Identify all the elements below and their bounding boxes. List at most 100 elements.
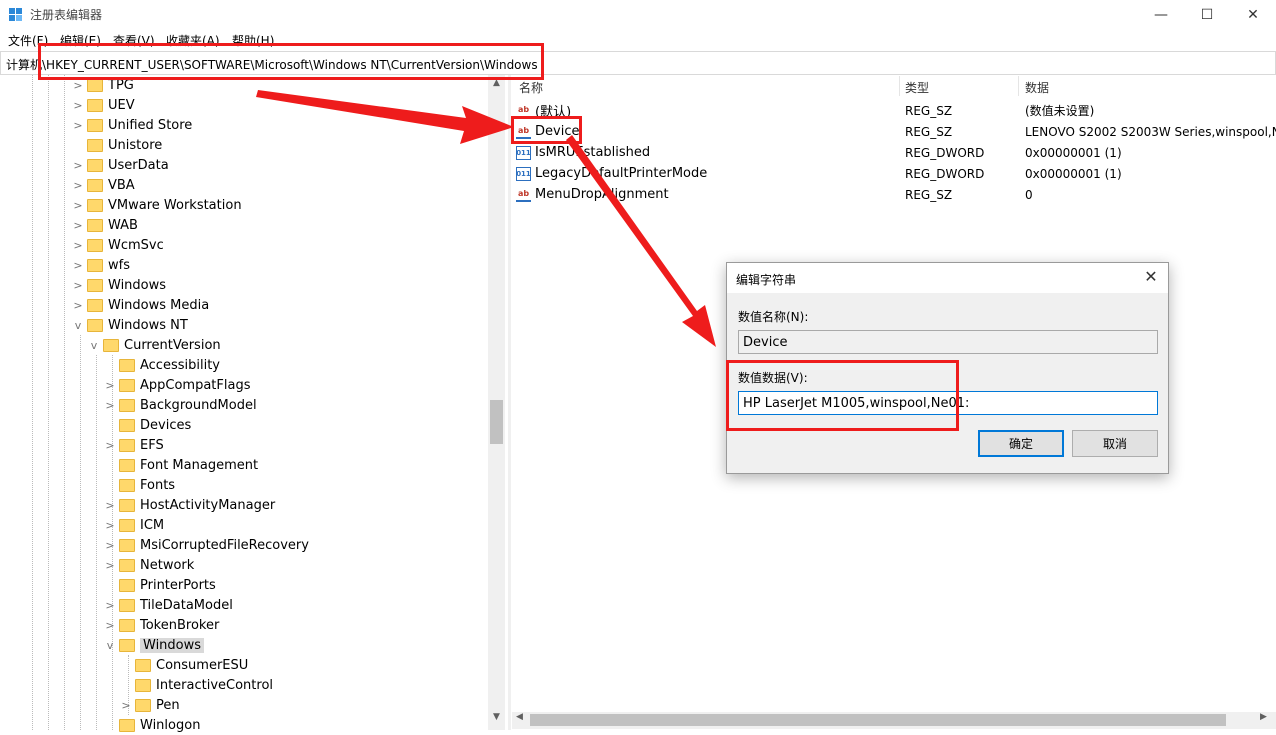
- folder-icon: [87, 118, 103, 132]
- folder-open-icon: [119, 638, 135, 652]
- value-row-default[interactable]: ab (默认) REG_SZ (数值未设置): [516, 100, 1276, 121]
- tree-item-userdata[interactable]: > UserData: [71, 155, 168, 175]
- value-name: IsMRUEstablished: [535, 145, 651, 160]
- pane-splitter[interactable]: [508, 75, 511, 730]
- tree-item-accessibility[interactable]: Accessibility: [103, 355, 220, 375]
- expand-chevron-icon[interactable]: >: [71, 219, 85, 232]
- tree-item-windows-nt[interactable]: v Windows NT: [71, 315, 188, 335]
- expand-chevron-icon[interactable]: >: [103, 379, 117, 392]
- expand-chevron-icon[interactable]: >: [103, 499, 117, 512]
- expand-chevron-icon[interactable]: >: [103, 399, 117, 412]
- expand-chevron-icon[interactable]: >: [103, 619, 117, 632]
- expand-chevron-icon[interactable]: >: [103, 539, 117, 552]
- annotation-highlight-device: [511, 116, 582, 144]
- expand-chevron-icon[interactable]: >: [103, 559, 117, 572]
- annotation-highlight-address: [38, 43, 544, 80]
- dialog-close-icon[interactable]: ✕: [1139, 267, 1163, 289]
- tree-item-currentversion[interactable]: v CurrentVersion: [87, 335, 221, 355]
- tree-item-hostactivitymanager[interactable]: > HostActivityManager: [103, 495, 275, 515]
- cancel-button[interactable]: 取消: [1072, 430, 1158, 457]
- tree-item-windows[interactable]: > Windows: [71, 275, 166, 295]
- column-header-data[interactable]: 数据: [1025, 79, 1049, 96]
- value-row-legacydefaultprintermode[interactable]: 011 LegacyDefaultPrinterMode REG_DWORD 0…: [516, 163, 1276, 184]
- tree-item-efs[interactable]: > EFS: [103, 435, 163, 455]
- expand-chevron-icon[interactable]: >: [71, 279, 85, 292]
- expand-chevron-icon[interactable]: >: [119, 699, 133, 712]
- expand-chevron-icon[interactable]: >: [71, 239, 85, 252]
- minimize-icon: —: [1154, 7, 1168, 23]
- collapse-chevron-icon[interactable]: v: [71, 319, 85, 332]
- expand-chevron-icon[interactable]: >: [103, 439, 117, 452]
- tree-item-unistore[interactable]: Unistore: [71, 135, 162, 155]
- tree-item-vba[interactable]: > VBA: [71, 175, 134, 195]
- value-row-ismruestablished[interactable]: 011 IsMRUEstablished REG_DWORD 0x0000000…: [516, 142, 1276, 163]
- expand-chevron-icon[interactable]: >: [71, 179, 85, 192]
- tree-item-icm[interactable]: > ICM: [103, 515, 164, 535]
- tree-item-consumeresu[interactable]: ConsumerESU: [119, 655, 248, 675]
- tree-item-label: Fonts: [140, 477, 176, 493]
- column-divider[interactable]: [899, 76, 900, 96]
- value-name: MenuDropAlignment: [535, 187, 669, 202]
- tree-item-appcompatflags[interactable]: > AppCompatFlags: [103, 375, 250, 395]
- folder-icon: [87, 218, 103, 232]
- tree-item-label: ConsumerESU: [156, 657, 249, 673]
- expand-chevron-icon[interactable]: >: [71, 299, 85, 312]
- tree-item-fonts[interactable]: Fonts: [103, 475, 175, 495]
- ok-button[interactable]: 确定: [978, 430, 1064, 457]
- tree-item-msicorruptedfilerecovery[interactable]: > MsiCorruptedFileRecovery: [103, 535, 309, 555]
- tree-item-vmware[interactable]: > VMware Workstation: [71, 195, 241, 215]
- expand-chevron-icon[interactable]: >: [71, 259, 85, 272]
- column-divider[interactable]: [1018, 76, 1019, 96]
- folder-icon: [119, 418, 135, 432]
- expand-chevron-icon[interactable]: >: [103, 519, 117, 532]
- tree-item-devices[interactable]: Devices: [103, 415, 191, 435]
- tree-item-uev[interactable]: > UEV: [71, 95, 134, 115]
- tree-item-unified-store[interactable]: > Unified Store: [71, 115, 192, 135]
- tree-item-backgroundmodel[interactable]: > BackgroundModel: [103, 395, 256, 415]
- value-name-field: [738, 330, 1158, 354]
- list-scroll-thumb[interactable]: [530, 714, 1226, 726]
- tree-item-tiledatamodel[interactable]: > TileDataModel: [103, 595, 232, 615]
- tree-item-font-management[interactable]: Font Management: [103, 455, 258, 475]
- value-type: REG_SZ: [905, 187, 953, 202]
- collapse-chevron-icon[interactable]: v: [87, 339, 101, 352]
- column-header-name[interactable]: 名称: [519, 79, 543, 96]
- value-row-device[interactable]: ab Device REG_SZ LENOVO S2002 S2003W Ser…: [516, 121, 1276, 142]
- value-row-menudropalignment[interactable]: ab MenuDropAlignment REG_SZ 0: [516, 184, 1276, 205]
- expand-chevron-icon[interactable]: >: [103, 599, 117, 612]
- close-button[interactable]: ✕: [1230, 0, 1276, 30]
- folder-icon: [119, 358, 135, 372]
- value-data: 0x00000001 (1): [1025, 166, 1122, 181]
- scroll-right-arrow-icon[interactable]: ▶: [1260, 712, 1267, 722]
- expand-chevron-icon[interactable]: >: [71, 79, 85, 92]
- minimize-button[interactable]: —: [1138, 0, 1184, 30]
- tree-item-windows-selected[interactable]: v Windows: [103, 635, 205, 655]
- folder-icon: [119, 518, 135, 532]
- tree-item-network[interactable]: > Network: [103, 555, 194, 575]
- folder-icon: [87, 158, 103, 172]
- expand-chevron-icon[interactable]: >: [71, 99, 85, 112]
- tree-item-interactivecontrol[interactable]: InteractiveControl: [119, 675, 273, 695]
- tree-scroll-thumb[interactable]: [490, 400, 503, 444]
- scroll-down-arrow-icon[interactable]: ▼: [488, 712, 505, 722]
- value-type: REG_SZ: [905, 124, 953, 139]
- tree-item-wfs[interactable]: > wfs: [71, 255, 130, 275]
- tree-item-winlogon[interactable]: Winlogon: [103, 715, 200, 735]
- tree-item-printerports[interactable]: PrinterPorts: [103, 575, 216, 595]
- folder-icon: [87, 278, 103, 292]
- expand-chevron-icon[interactable]: >: [71, 119, 85, 132]
- tree-item-windows-media[interactable]: > Windows Media: [71, 295, 209, 315]
- tree-item-tokenbroker[interactable]: > TokenBroker: [103, 615, 219, 635]
- maximize-button[interactable]: ☐: [1184, 0, 1230, 30]
- expand-chevron-icon[interactable]: >: [71, 199, 85, 212]
- tree-item-wab[interactable]: > WAB: [71, 215, 138, 235]
- collapse-chevron-icon[interactable]: v: [103, 639, 117, 652]
- scroll-left-arrow-icon[interactable]: ◀: [516, 712, 523, 722]
- folder-icon: [119, 438, 135, 452]
- tree-item-pen[interactable]: > Pen: [119, 695, 179, 715]
- expand-chevron-icon[interactable]: >: [71, 159, 85, 172]
- tree-item-wcmsvc[interactable]: > WcmSvc: [71, 235, 163, 255]
- tree-item-label: Windows: [108, 277, 167, 293]
- column-header-type[interactable]: 类型: [905, 79, 929, 96]
- folder-icon: [87, 78, 103, 92]
